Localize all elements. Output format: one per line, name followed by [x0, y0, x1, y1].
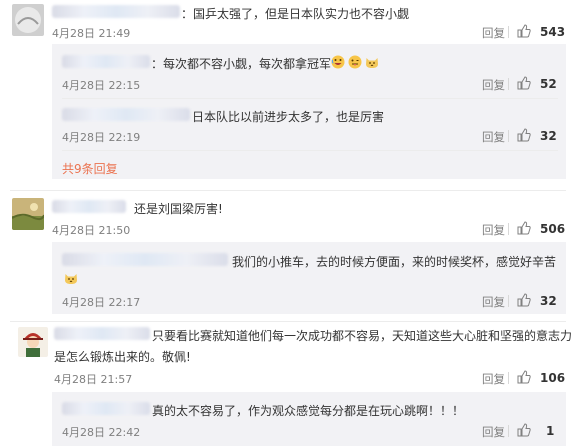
- username-blurred[interactable]: [62, 402, 150, 415]
- thumbs-up-icon[interactable]: [517, 128, 531, 142]
- comment-time: 4月28日 21:49: [52, 27, 131, 40]
- reply-text: 我们的小推车，去的时候方便面，来的时候奖杯，感觉好辛苦: [232, 255, 557, 269]
- comment-text: ：国乒太强了，但是日本队实力也不容小觑: [181, 7, 410, 21]
- more-replies-link[interactable]: 共9条回复: [62, 160, 118, 177]
- cat-emoji: [65, 274, 77, 284]
- divider: [508, 26, 509, 38]
- reply-button[interactable]: 回复: [482, 77, 505, 93]
- divider: [508, 425, 509, 437]
- reply-time: 4月28日 22:17: [62, 296, 141, 309]
- reply-button[interactable]: 回复: [482, 371, 505, 387]
- reply-text: ：每次都不容小觑，每次都拿冠军: [151, 57, 332, 71]
- cat-emoji: [366, 58, 378, 68]
- divider: [508, 295, 509, 307]
- reply-divider: [62, 98, 558, 99]
- emoji-group: [331, 55, 383, 70]
- avatar[interactable]: [12, 4, 44, 36]
- username-blurred[interactable]: [62, 253, 228, 266]
- like-count: 32: [540, 294, 557, 308]
- thumbs-up-icon[interactable]: [517, 24, 531, 38]
- comment-time: 4月28日 21:50: [52, 224, 131, 237]
- divider: [508, 130, 509, 142]
- reply-divider: [62, 150, 558, 151]
- like-count: 106: [540, 371, 566, 385]
- thumbs-up-icon[interactable]: [517, 76, 531, 90]
- tongue-emoji: [348, 55, 362, 69]
- comment-time: 4月28日 21:57: [54, 373, 133, 386]
- reply-time: 4月28日 22:15: [62, 79, 141, 92]
- divider: [508, 223, 509, 235]
- like-count: 1: [546, 424, 555, 438]
- avatar[interactable]: [12, 198, 44, 230]
- reply-button[interactable]: 回复: [482, 294, 505, 310]
- reply-text: 真的太不容易了，作为观众感觉每分都是在玩心跳啊！！！: [152, 404, 465, 418]
- comment-divider: [10, 321, 566, 322]
- reply-button[interactable]: 回复: [482, 424, 505, 440]
- thumbs-up-icon[interactable]: [517, 370, 531, 384]
- username-blurred[interactable]: [62, 55, 150, 68]
- reply-time: 4月28日 22:19: [62, 131, 141, 144]
- username-blurred[interactable]: [62, 108, 190, 121]
- comment-text-line1: 只要看比赛就知道他们每一次成功都不容易，天知道这些大心脏和坚强的意志力: [152, 329, 573, 343]
- reply-button[interactable]: 回复: [482, 222, 505, 238]
- thumbs-up-icon[interactable]: [517, 293, 531, 307]
- reply-text: 日本队比以前进步太多了，也是厉害: [192, 110, 385, 124]
- comment-divider: [10, 190, 566, 191]
- comment-text-line2: 是怎么锻炼出来的。敬佩!: [54, 350, 191, 364]
- avatar[interactable]: [18, 327, 48, 357]
- avatar-image: [12, 198, 44, 230]
- username-blurred[interactable]: [52, 5, 180, 18]
- divider: [508, 78, 509, 90]
- username-blurred[interactable]: [54, 327, 150, 340]
- like-count: 32: [540, 129, 557, 143]
- thumbs-up-icon[interactable]: [517, 221, 531, 235]
- username-blurred[interactable]: [52, 200, 126, 213]
- laugh-cry-emoji: [331, 55, 345, 69]
- reply-time: 4月28日 22:42: [62, 426, 141, 439]
- comment-text: 还是刘国梁厉害!: [134, 202, 223, 216]
- like-count: 543: [540, 25, 566, 39]
- reply-button[interactable]: 回复: [482, 129, 505, 145]
- avatar-image: [18, 327, 48, 357]
- like-count: 506: [540, 222, 566, 236]
- reply-button[interactable]: 回复: [482, 25, 505, 41]
- avatar-image: [12, 4, 44, 36]
- thumbs-up-icon[interactable]: [517, 423, 531, 437]
- like-count: 52: [540, 77, 557, 91]
- divider: [508, 372, 509, 384]
